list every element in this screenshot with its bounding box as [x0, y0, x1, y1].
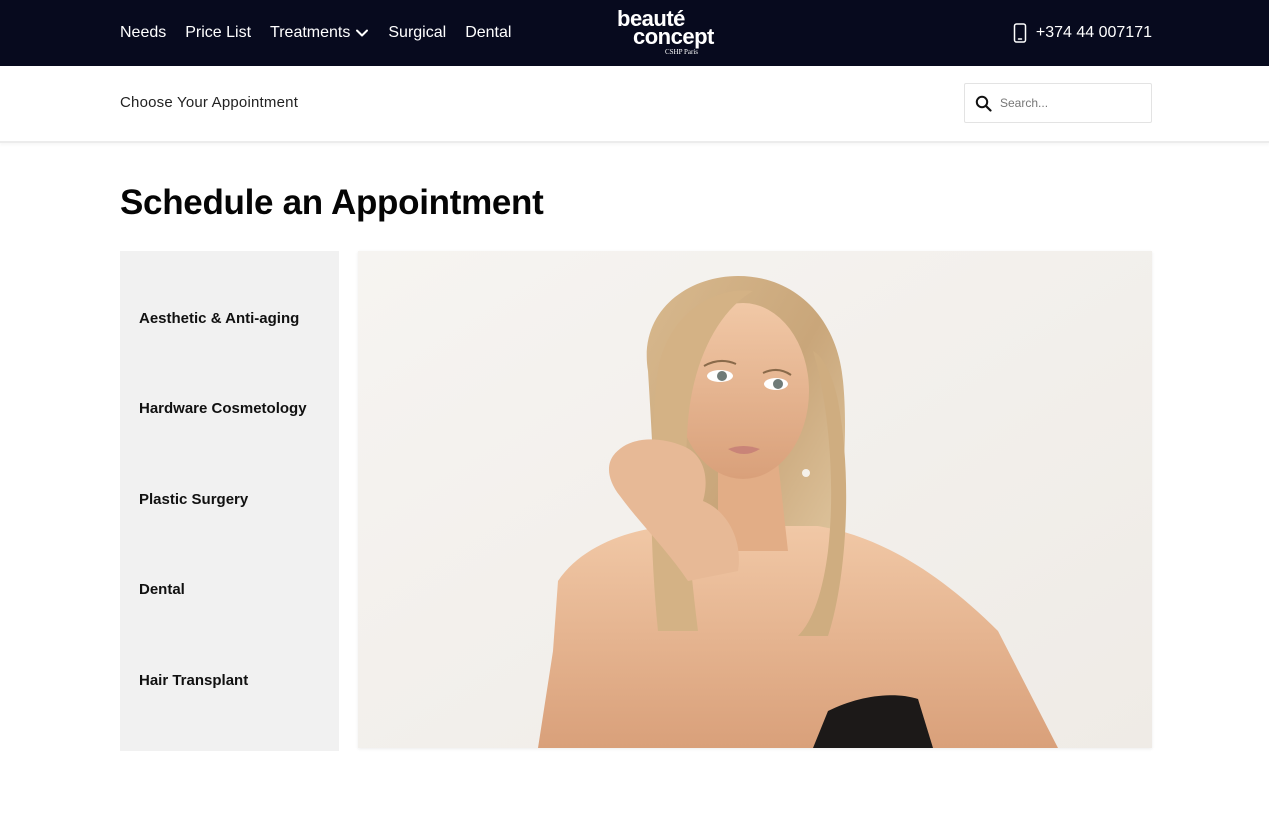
nav-item-needs[interactable]: Needs [120, 24, 166, 42]
sub-header: Choose Your Appointment [0, 66, 1269, 143]
phone-link[interactable]: +374 44 007171 [1012, 0, 1152, 66]
nav-item-dental[interactable]: Dental [465, 24, 511, 42]
search-box[interactable] [964, 83, 1152, 123]
nav-label: Price List [185, 24, 252, 41]
woman-portrait-illustration [358, 251, 1152, 748]
category-plastic-surgery[interactable]: Plastic Surgery [139, 491, 248, 508]
brand-logo[interactable]: beauté concept CSHP Paris [617, 8, 732, 58]
nav-item-surgical[interactable]: Surgical [388, 24, 446, 42]
category-hardware-cosmetology[interactable]: Hardware Cosmetology [139, 400, 307, 417]
nav-item-treatments[interactable]: Treatments [270, 24, 369, 42]
nav-label: Dental [465, 24, 512, 41]
logo-line-3: CSHP Paris [665, 48, 699, 56]
category-hair-transplant[interactable]: Hair Transplant [139, 672, 248, 689]
category-aesthetic-anti-aging[interactable]: Aesthetic & Anti-aging [139, 310, 299, 327]
phone-number: +374 44 007171 [1035, 24, 1152, 41]
nav-label: Treatments [270, 24, 351, 41]
logo-line-2: concept [633, 24, 714, 49]
chevron-down-icon [356, 29, 369, 37]
breadcrumb-title: Choose Your Appointment [120, 94, 299, 111]
main-nav: Needs Price List Treatments Surgical Den… [120, 0, 511, 66]
category-dental[interactable]: Dental [139, 581, 185, 598]
nav-item-price-list[interactable]: Price List [185, 24, 251, 42]
top-navigation-bar: Needs Price List Treatments Surgical Den… [0, 0, 1269, 66]
page-title: Schedule an Appointment [120, 183, 544, 222]
nav-label: Surgical [388, 24, 447, 41]
hero-photo [358, 251, 1152, 748]
nav-label: Needs [120, 24, 167, 41]
mobile-phone-icon [1013, 23, 1027, 43]
search-icon [975, 95, 992, 112]
search-input[interactable] [1000, 96, 1140, 110]
category-list: Aesthetic & Anti-aging Hardware Cosmetol… [120, 251, 339, 751]
